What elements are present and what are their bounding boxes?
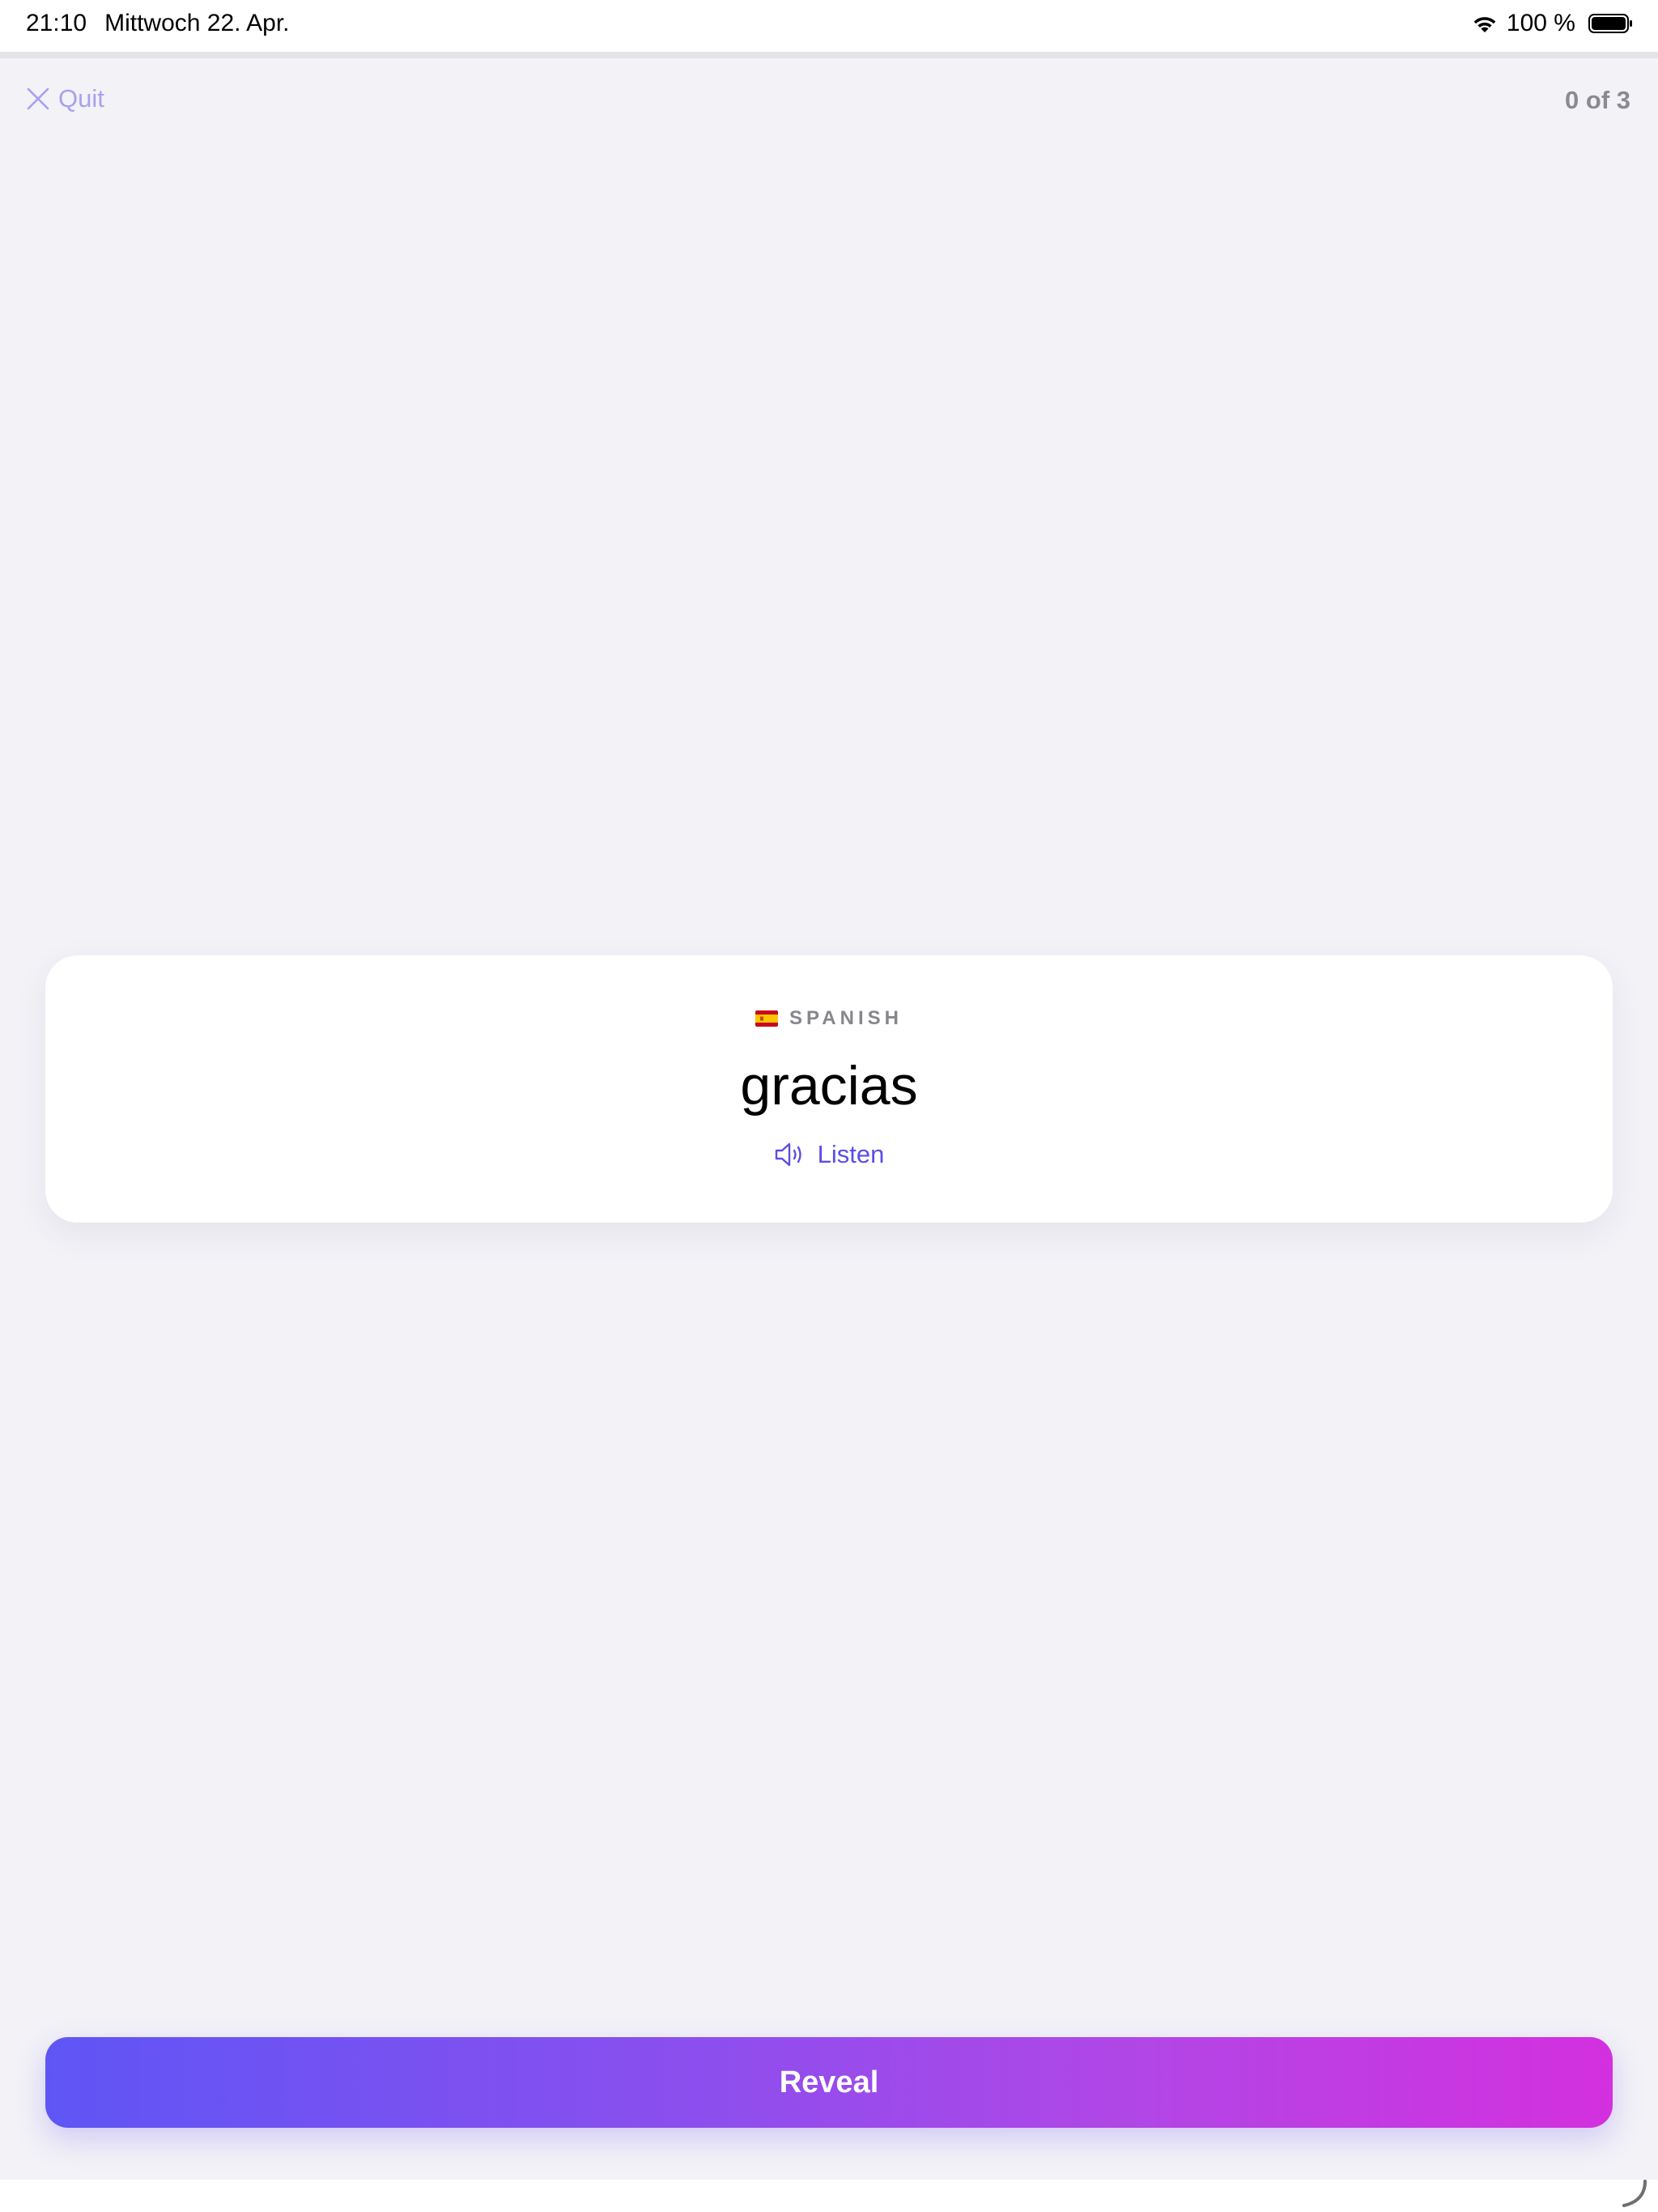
status-date: Mittwoch 22. Apr. — [104, 10, 290, 36]
status-right: 100 % — [1471, 10, 1634, 37]
bottom-bar — [0, 2180, 1658, 2212]
flashcard-word: gracias — [740, 1055, 918, 1117]
wifi-icon — [1473, 17, 1496, 32]
flashcard: SPANISH gracias Listen — [45, 955, 1613, 1223]
listen-label: Listen — [817, 1140, 885, 1168]
language-label: SPANISH — [789, 1007, 903, 1029]
progress-counter: 0 of 3 — [1565, 86, 1630, 114]
status-time: 21:10 — [26, 10, 87, 36]
reveal-button[interactable]: Reveal — [45, 2037, 1613, 2128]
quit-button[interactable]: Quit — [26, 84, 104, 113]
speaker-icon — [775, 1142, 801, 1167]
listen-button[interactable]: Listen — [45, 1140, 1613, 1169]
reveal-label: Reveal — [779, 2065, 879, 2099]
battery-percentage: 100 % — [1506, 10, 1575, 36]
spain-flag-icon — [755, 1010, 779, 1027]
status-left: 21:10 Mittwoch 22. Apr. — [26, 10, 290, 37]
status-bar: 21:10 Mittwoch 22. Apr. 100 % — [0, 0, 1658, 58]
language-row: SPANISH — [45, 1007, 1613, 1030]
quit-label: Quit — [58, 84, 104, 113]
battery-icon — [1588, 14, 1632, 33]
flashcard-screen: 21:10 Mittwoch 22. Apr. 100 % Quit 0 of … — [0, 0, 1658, 2212]
close-icon — [27, 87, 49, 110]
resize-handle-icon[interactable] — [1618, 2176, 1650, 2209]
